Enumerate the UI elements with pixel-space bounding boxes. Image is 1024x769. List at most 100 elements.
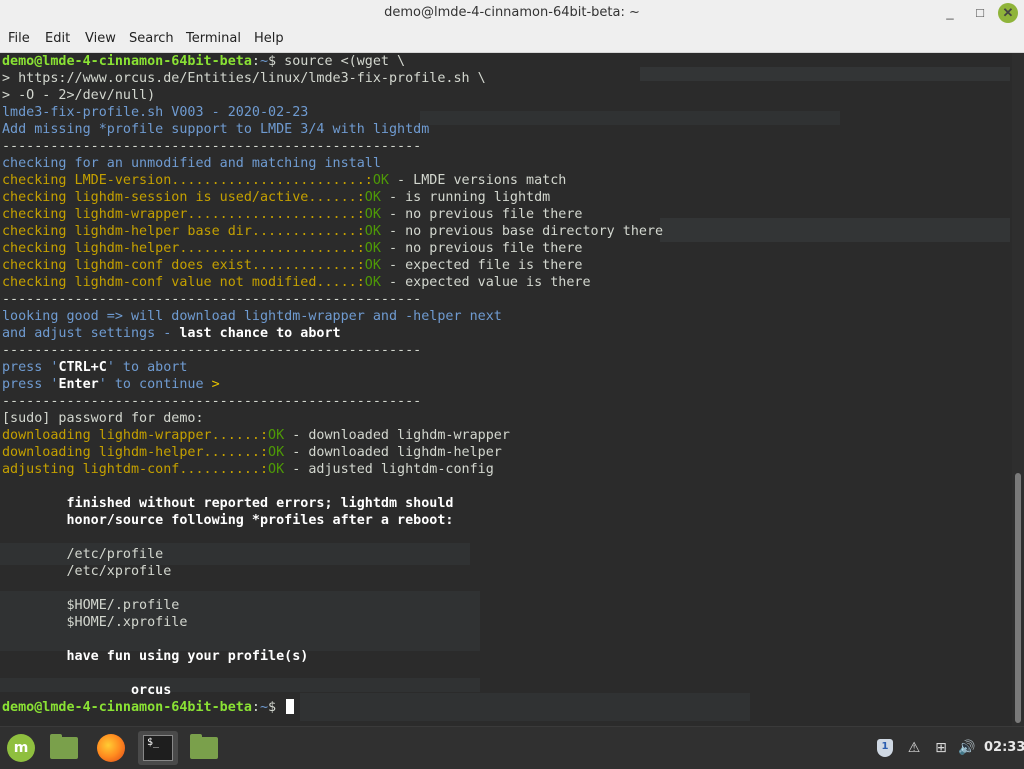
maximize-button[interactable]: □: [970, 3, 990, 23]
taskbar-firefox-launcher[interactable]: [93, 731, 129, 765]
menubar: File Edit View Search Terminal Help: [0, 26, 1024, 53]
start-menu-button[interactable]: m: [4, 731, 40, 765]
menu-file[interactable]: File: [8, 31, 30, 46]
terminal-text: :: [251, 54, 260, 69]
terminal-line: downloading lighdm-wrapper......:OK - do…: [2, 427, 663, 444]
scrollbar-thumb[interactable]: [1015, 473, 1021, 723]
terminal-output[interactable]: demo@lmde-4-cinnamon-64bit-beta:~$ sourc…: [0, 53, 1012, 726]
terminal-text: > -O - 2>/dev/null): [2, 88, 156, 103]
terminal-line: press 'CTRL+C' to abort: [2, 359, 663, 376]
warning-icon[interactable]: ⚠: [905, 739, 923, 757]
terminal-line: checking lighdm-helper base dir.........…: [2, 223, 663, 240]
terminal-text: $HOME/.profile: [2, 598, 180, 613]
update-manager-tray[interactable]: 1: [877, 739, 895, 757]
terminal-text: checking lighdm-helper..................…: [2, 241, 365, 256]
menu-view[interactable]: View: [85, 31, 116, 46]
terminal-text: ----------------------------------------…: [2, 292, 422, 307]
terminal-text: lmde3-fix-profile.sh V003 - 2020-02-23: [2, 105, 309, 120]
folder-icon: [190, 734, 218, 759]
terminal-line: > https://www.orcus.de/Entities/linux/lm…: [2, 70, 663, 87]
terminal-line: orcus: [2, 682, 663, 699]
terminal-text: checking lighdm-wrapper.................…: [2, 207, 365, 222]
terminal-text: - no previous base directory there: [380, 224, 664, 239]
terminal-text: have fun using your profile(s): [2, 649, 309, 664]
text-cursor: [286, 699, 295, 714]
terminal-lines: demo@lmde-4-cinnamon-64bit-beta:~$ sourc…: [2, 53, 663, 716]
terminal-text: checking lighdm-session is used/active..…: [2, 190, 365, 205]
taskbar-file-manager-window[interactable]: [186, 731, 222, 765]
clock[interactable]: 02:33: [984, 740, 1024, 755]
terminal-text: $: [268, 700, 285, 715]
terminal-text: adjusting lightdm-conf..........:: [2, 462, 269, 477]
terminal-text: OK: [364, 241, 381, 256]
terminal-text: $HOME/.xprofile: [2, 615, 188, 630]
terminal-text: OK: [268, 462, 285, 477]
terminal-text: downloading lighdm-wrapper......:: [2, 428, 269, 443]
terminal-line: and adjust settings - last chance to abo…: [2, 325, 663, 342]
terminal-text: press ': [2, 377, 59, 392]
terminal-line: checking lighdm-wrapper.................…: [2, 206, 663, 223]
terminal-text: - no previous file there: [380, 207, 583, 222]
terminal-text: - LMDE versions match: [388, 173, 567, 188]
terminal-text: OK: [268, 445, 285, 460]
terminal-line: /etc/profile: [2, 546, 663, 563]
menu-search[interactable]: Search: [129, 31, 174, 46]
terminal-text: [sudo] password for demo:: [2, 411, 204, 426]
terminal-line: looking good => will download lightdm-wr…: [2, 308, 663, 325]
terminal-text: - no previous file there: [380, 241, 583, 256]
menu-terminal[interactable]: Terminal: [186, 31, 241, 46]
terminal-line: ----------------------------------------…: [2, 138, 663, 155]
close-button[interactable]: ✕: [998, 3, 1018, 23]
terminal-text: OK: [364, 275, 381, 290]
terminal-text: press ': [2, 360, 59, 375]
minimize-button[interactable]: _: [940, 3, 960, 23]
menu-edit[interactable]: Edit: [45, 31, 70, 46]
volume-icon[interactable]: 🔊: [958, 739, 976, 757]
terminal-text: demo@lmde-4-cinnamon-64bit-beta: [2, 54, 252, 69]
terminal-text: last chance to abort: [179, 326, 341, 341]
terminal-line: checking lighdm-conf value not modified.…: [2, 274, 663, 291]
terminal-text: orcus: [2, 683, 172, 698]
terminal-line: /etc/xprofile: [2, 563, 663, 580]
terminal-line: demo@lmde-4-cinnamon-64bit-beta:~$: [2, 699, 663, 716]
taskbar-terminal-window[interactable]: $_: [138, 731, 178, 765]
terminal-text: OK: [372, 173, 389, 188]
terminal-text: /etc/profile: [2, 547, 164, 562]
terminal-line: ----------------------------------------…: [2, 393, 663, 410]
terminal-text: finished without reported errors; lightd…: [2, 496, 454, 511]
menu-help[interactable]: Help: [254, 31, 284, 46]
window-title: demo@lmde-4-cinnamon-64bit-beta: ~: [384, 5, 640, 20]
terminal-text: checking for an unmodified and matching …: [2, 156, 381, 171]
terminal-text: downloading lighdm-helper.......:: [2, 445, 269, 460]
terminal-text: >: [211, 377, 220, 392]
terminal-text: checking LMDE-version...................…: [2, 173, 373, 188]
terminal-line: checking lighdm-helper..................…: [2, 240, 663, 257]
terminal-text: OK: [364, 207, 381, 222]
terminal-text: - expected file is there: [380, 258, 583, 273]
terminal-line: checking lighdm-session is used/active..…: [2, 189, 663, 206]
terminal-text: ----------------------------------------…: [2, 343, 422, 358]
terminal-scrollbar[interactable]: [1012, 53, 1024, 726]
terminal-line: Add missing *profile support to LMDE 3/4…: [2, 121, 663, 138]
terminal-text: Enter: [58, 377, 99, 392]
window-titlebar[interactable]: demo@lmde-4-cinnamon-64bit-beta: ~ _ □ ✕: [0, 0, 1024, 26]
terminal-text: checking lighdm-conf does exist.........…: [2, 258, 365, 273]
terminal-text: - downloaded lighdm-wrapper: [284, 428, 510, 443]
terminal-text: demo@lmde-4-cinnamon-64bit-beta: [2, 700, 252, 715]
terminal-text: checking lighdm-conf value not modified.…: [2, 275, 365, 290]
terminal-text: - downloaded lighdm-helper: [284, 445, 502, 460]
terminal-text: - expected value is there: [380, 275, 591, 290]
shield-icon: 1: [877, 739, 893, 757]
terminal-text: $ source <(wget \: [268, 54, 406, 69]
taskbar: m $_ 1 ⚠ ⊞ 🔊 02:33: [0, 726, 1024, 769]
terminal-line: finished without reported errors; lightd…: [2, 495, 663, 512]
terminal-line: checking for an unmodified and matching …: [2, 155, 663, 172]
network-icon[interactable]: ⊞: [932, 739, 950, 757]
taskbar-files-launcher[interactable]: [46, 731, 82, 765]
terminal-line: checking LMDE-version...................…: [2, 172, 663, 189]
mint-logo-icon: m: [7, 734, 35, 762]
